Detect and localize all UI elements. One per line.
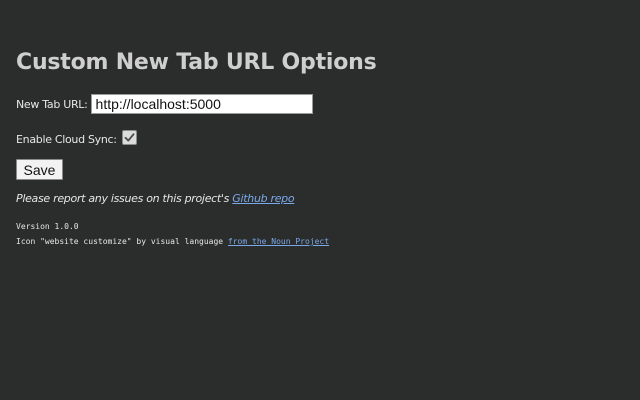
page-title: Custom New Tab URL Options <box>16 50 377 75</box>
new-tab-url-label: New Tab URL: <box>16 97 88 111</box>
icon-credit-text: Icon "website customize" by visual langu… <box>16 237 329 246</box>
version-text: Version 1.0.0 <box>16 222 79 231</box>
report-issues-prefix: Please report any issues on this project… <box>16 192 233 205</box>
cloud-sync-row: Enable Cloud Sync: <box>16 129 137 148</box>
report-issues-text: Please report any issues on this project… <box>16 192 295 205</box>
cloud-sync-label: Enable Cloud Sync: <box>16 132 117 146</box>
noun-project-link[interactable]: from the Noun Project <box>228 237 329 246</box>
cloud-sync-checkbox[interactable] <box>121 129 137 145</box>
new-tab-url-row: New Tab URL: <box>16 93 313 115</box>
github-repo-link[interactable]: Github repo <box>232 192 294 205</box>
options-page: Custom New Tab URL Options New Tab URL: … <box>16 0 626 400</box>
icon-credit-prefix: Icon "website customize" by visual langu… <box>16 237 228 246</box>
save-button[interactable]: Save <box>16 159 63 180</box>
checkmark-icon <box>124 132 135 141</box>
new-tab-url-input[interactable] <box>90 94 313 114</box>
